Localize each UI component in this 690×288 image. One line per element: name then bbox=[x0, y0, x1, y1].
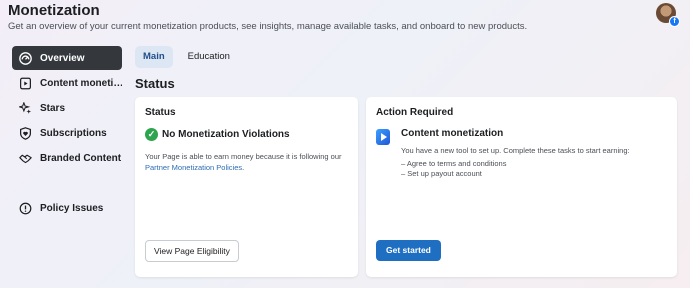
page-title: Monetization bbox=[8, 2, 100, 19]
get-started-button[interactable]: Get started bbox=[376, 240, 441, 261]
action-required-card: Action Required Content monetization You… bbox=[366, 97, 677, 277]
speedometer-icon bbox=[18, 51, 32, 65]
page-header: Monetization Get an overview of your cur… bbox=[8, 2, 527, 33]
section-title: Status bbox=[135, 76, 175, 91]
play-document-icon bbox=[18, 76, 32, 90]
sidebar-item-label: Branded Content bbox=[40, 152, 122, 164]
shield-heart-icon bbox=[18, 126, 32, 140]
content-monetization-icon bbox=[376, 129, 390, 145]
page-subtitle: Get an overview of your current monetiza… bbox=[8, 21, 528, 32]
status-card: Status ✓ No Monetization Violations Your… bbox=[135, 97, 358, 277]
sidebar-item-content-monetization[interactable]: Content moneti… bbox=[12, 71, 122, 95]
sidebar-item-subscriptions[interactable]: Subscriptions bbox=[12, 121, 122, 145]
status-card-title: Status bbox=[145, 107, 176, 118]
sidebar-item-policy-issues[interactable]: Policy Issues bbox=[12, 196, 122, 220]
sidebar-item-overview[interactable]: Overview bbox=[12, 46, 122, 70]
status-heading: No Monetization Violations bbox=[162, 129, 290, 140]
sidebar-item-label: Policy Issues bbox=[40, 202, 104, 214]
tab-education[interactable]: Education bbox=[180, 46, 238, 68]
sidebar: Overview Content moneti… Stars Subscript… bbox=[12, 46, 122, 221]
status-description-suffix: . bbox=[242, 163, 245, 172]
tab-bar: Main Education bbox=[135, 46, 245, 68]
sidebar-item-label: Overview bbox=[40, 52, 85, 64]
facebook-badge-icon: f bbox=[669, 16, 680, 27]
sidebar-item-label: Content moneti… bbox=[40, 77, 122, 89]
alert-circle-icon bbox=[18, 201, 32, 215]
stars-icon bbox=[18, 101, 32, 115]
sidebar-item-label: Stars bbox=[40, 102, 66, 114]
tab-main[interactable]: Main bbox=[135, 46, 173, 68]
status-description-text: Your Page is able to earn money because … bbox=[145, 152, 342, 161]
action-heading: Content monetization bbox=[401, 128, 504, 139]
list-item: – Set up payout account bbox=[401, 169, 482, 178]
list-item: – Agree to terms and conditions bbox=[401, 159, 507, 168]
view-page-eligibility-button[interactable]: View Page Eligibility bbox=[145, 240, 239, 262]
action-description: You have a new tool to set up. Complete … bbox=[401, 146, 630, 155]
status-description: Your Page is able to earn money because … bbox=[145, 151, 350, 173]
check-circle-icon: ✓ bbox=[145, 128, 158, 141]
sidebar-item-branded-content[interactable]: Branded Content bbox=[12, 146, 122, 170]
task-list: – Agree to terms and conditions – Set up… bbox=[401, 159, 506, 179]
action-card-title: Action Required bbox=[376, 107, 454, 118]
sidebar-item-stars[interactable]: Stars bbox=[12, 96, 122, 120]
sidebar-item-label: Subscriptions bbox=[40, 127, 107, 139]
handshake-icon bbox=[18, 151, 32, 165]
partner-policies-link[interactable]: Partner Monetization Policies bbox=[145, 163, 242, 172]
